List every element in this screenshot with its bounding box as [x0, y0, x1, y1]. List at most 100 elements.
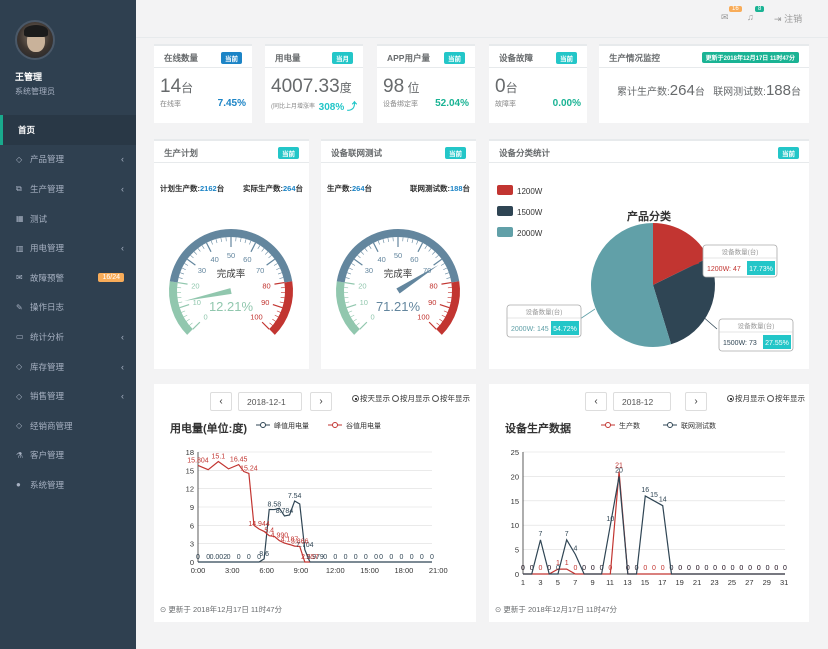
- point-label: 0: [374, 554, 378, 561]
- x-tick-label: 1: [521, 578, 525, 587]
- point-label: 15.1: [212, 453, 226, 460]
- user-name[interactable]: 王管理: [15, 70, 136, 83]
- logout-link[interactable]: ⇥ 注销: [774, 12, 802, 25]
- gauge-tick-label: 80: [262, 281, 270, 290]
- radio-option[interactable]: 按年显示: [432, 394, 470, 403]
- gauge-tick: [356, 322, 360, 326]
- logout-icon: ⇥: [774, 14, 782, 24]
- gauge-tick-label: 30: [365, 266, 373, 275]
- nav-item-0[interactable]: 首页: [0, 115, 136, 145]
- plan-panel: 生产计划 当前 计划生产数:2162台 实际生产数:264台 0 10 20 30 40 5…: [154, 139, 309, 369]
- gauge-tick: [201, 245, 205, 249]
- svg-text:设备数量(台): 设备数量(台): [526, 307, 563, 316]
- x-tick-label: 7: [573, 578, 577, 587]
- gauge-tick: [349, 267, 353, 270]
- point-label: 0: [696, 565, 700, 572]
- nav-item-9[interactable]: ◇ 销售管理 ‹: [0, 381, 136, 411]
- nav-label: 产品管理: [30, 154, 65, 165]
- x-tick-label: 25: [728, 578, 736, 587]
- nav-item-7[interactable]: ▭ 统计分析 ‹: [0, 322, 136, 352]
- diamond-icon: ◇: [16, 362, 23, 372]
- stat-online-value: 14: [160, 76, 182, 97]
- nav-item-5[interactable]: ✉ 故障预警 16/24: [0, 263, 136, 293]
- radio-option[interactable]: 按天显示: [352, 394, 390, 403]
- y-tick-label: 15: [186, 466, 194, 475]
- nav-item-11[interactable]: ⚗ 客户管理: [0, 441, 136, 471]
- x-tick-label: 17: [658, 578, 666, 587]
- gauge-tick: [276, 267, 280, 270]
- point-label: 0: [783, 565, 787, 572]
- nav-label: 测试: [30, 213, 48, 224]
- gauge-tick: [346, 304, 357, 309]
- stat-app-tag: 当前: [444, 52, 465, 64]
- legend-label: 1500W: [517, 208, 543, 217]
- point-label: 0: [400, 554, 404, 561]
- radio-option[interactable]: 按月显示: [392, 394, 430, 403]
- nav-item-8[interactable]: ◇ 库存管理 ‹: [0, 352, 136, 382]
- gauge-tick: [189, 322, 193, 326]
- gauge-tick: [353, 318, 357, 322]
- stat-power-sub: (同比上月增涨率: [271, 104, 315, 110]
- radio-option[interactable]: 按年显示: [767, 394, 805, 403]
- point-label: 14: [659, 497, 667, 504]
- gauge-tick: [359, 321, 368, 330]
- gauge-tick: [428, 248, 432, 252]
- bell-icon[interactable]: ♫ 8: [747, 6, 765, 22]
- point-label: 0: [670, 565, 674, 572]
- point-label: 0: [196, 554, 200, 561]
- radio-option[interactable]: 按月显示: [727, 394, 765, 403]
- nav-item-1[interactable]: ◇ 产品管理 ‹: [0, 145, 136, 175]
- gauge-tick: [441, 281, 452, 285]
- series-line: [198, 500, 432, 563]
- gauge-tick: [344, 296, 349, 299]
- svg-text:27.55%: 27.55%: [765, 340, 789, 347]
- stat-fault-unit: 台: [505, 81, 518, 95]
- point-label: 2.557: [301, 554, 319, 561]
- nav-item-4[interactable]: ▥ 用电管理 ‹: [0, 233, 136, 263]
- gauge-tick-label: 80: [429, 281, 437, 290]
- stat-power-tag: 当月: [332, 52, 353, 64]
- nav-item-12[interactable]: ● 系统管理: [0, 470, 136, 500]
- desktop-icon: ▭: [16, 332, 24, 342]
- category-title: 设备分类统计: [499, 148, 551, 158]
- power-date-input[interactable]: 2018-12-1: [238, 392, 302, 411]
- gauge-tick-label: 30: [198, 266, 206, 275]
- prev-date-button[interactable]: ‹: [210, 392, 232, 411]
- stat-monitor-tag: 更新于2018年12月17日 11时47分: [701, 52, 799, 63]
- point-label: 0: [539, 565, 543, 572]
- nav-item-10[interactable]: ◇ 经销商管理: [0, 411, 136, 441]
- gauge-tick: [360, 251, 364, 255]
- gauge-tick: [265, 251, 269, 255]
- legend-swatch: [497, 185, 513, 195]
- stat-app-pct: 52.04%: [435, 98, 469, 109]
- prod-date-input[interactable]: 2018-12: [613, 392, 671, 411]
- avatar[interactable]: [15, 20, 55, 60]
- nav-label: 用电管理: [30, 243, 65, 254]
- nettest-tag: 当前: [445, 147, 466, 159]
- nav-item-3[interactable]: ▦ 测试: [0, 204, 136, 234]
- chevron-left-icon: ‹: [121, 243, 124, 254]
- mail-icon[interactable]: ✉ 16: [721, 6, 742, 23]
- x-tick-label: 0:00: [191, 566, 206, 575]
- point-label: 0: [687, 565, 691, 572]
- gauge-tick-label: 0: [203, 312, 207, 321]
- prev-month-button[interactable]: ‹: [585, 392, 607, 411]
- next-date-button[interactable]: ›: [310, 392, 332, 411]
- gauge-tick-label: 50: [394, 251, 402, 260]
- gauge-tick: [178, 301, 183, 304]
- gauge-tick: [377, 240, 380, 245]
- point-label: 0: [731, 565, 735, 572]
- gauge-tick: [193, 251, 197, 255]
- gauge-tick: [439, 318, 443, 322]
- next-month-button[interactable]: ›: [685, 392, 707, 411]
- nav-item-6[interactable]: ✎ 操作日志: [0, 293, 136, 323]
- gauge-tick: [424, 245, 428, 249]
- gauge-tick: [179, 304, 190, 309]
- legend-label: 峰值用电量: [274, 421, 309, 430]
- legend-label: 1200W: [517, 187, 543, 196]
- total-produced: 累计生产数:264台: [617, 82, 705, 99]
- point-label: 0: [521, 565, 525, 572]
- nav-item-2[interactable]: ⧉ 生产管理 ‹: [0, 174, 136, 204]
- x-tick-label: 9: [591, 578, 595, 587]
- legend-marker: [260, 422, 266, 428]
